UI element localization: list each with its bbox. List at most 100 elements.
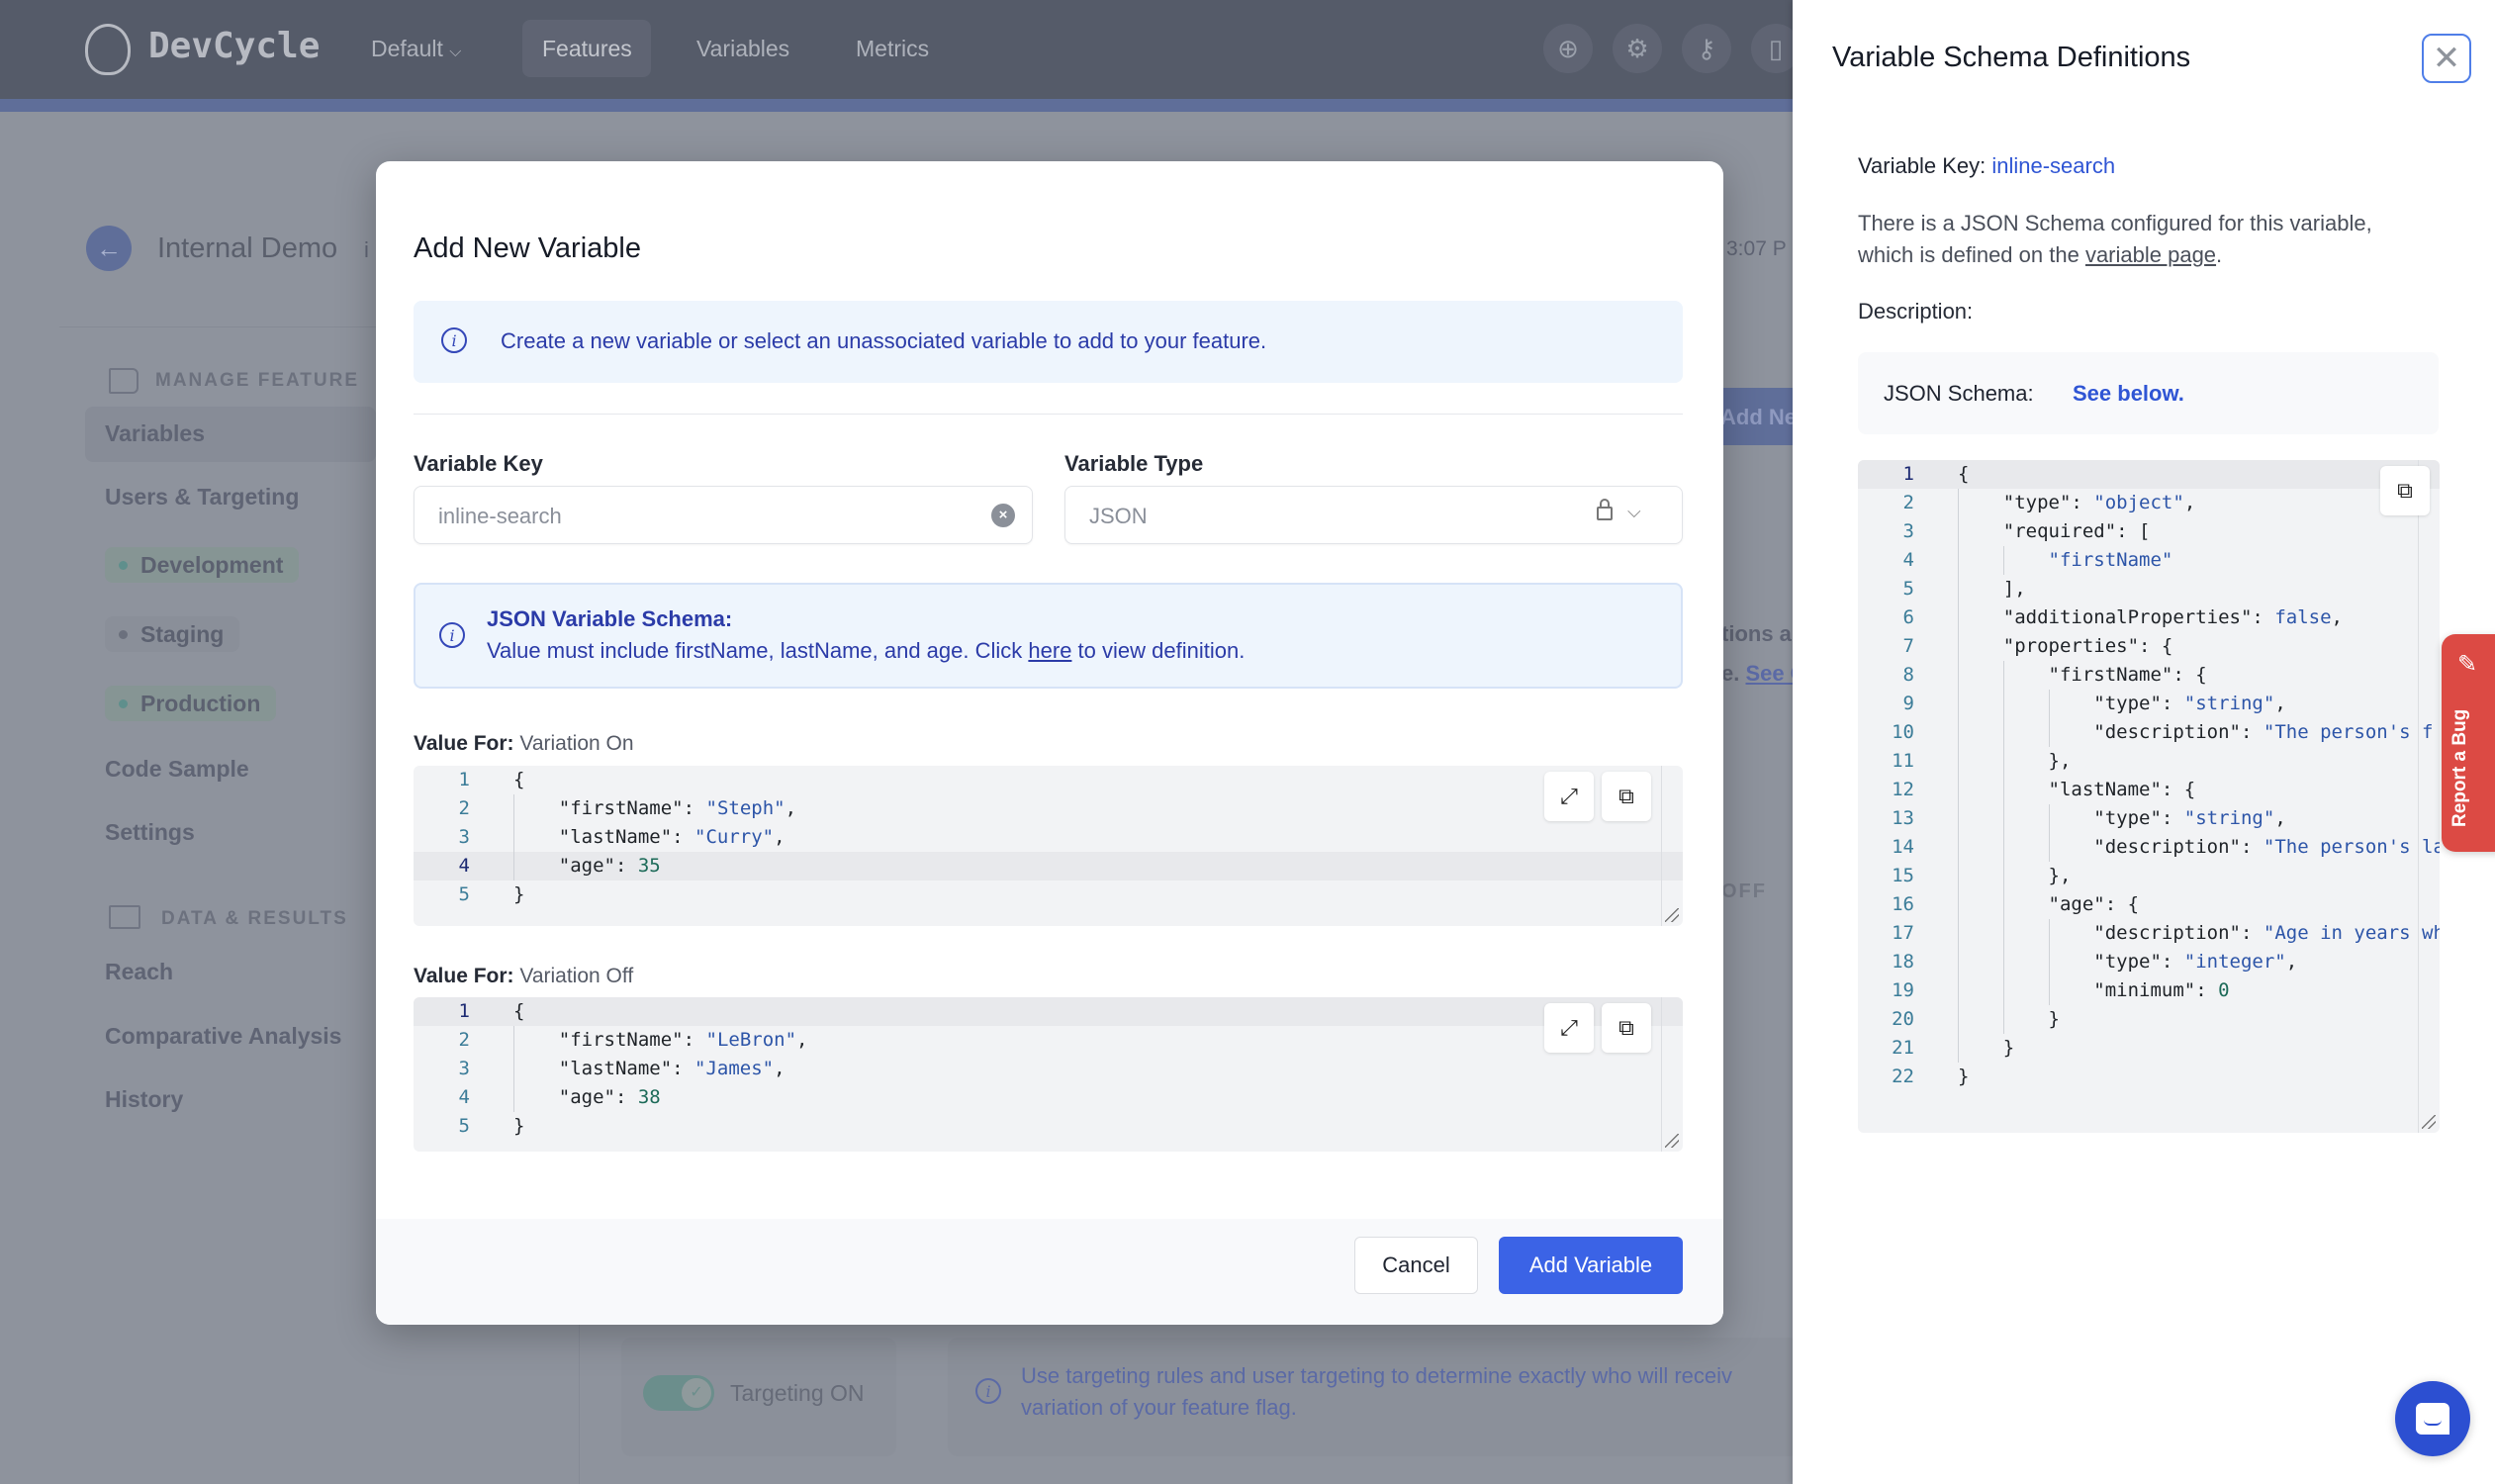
sidebar-env-production[interactable]: Production (105, 686, 277, 721)
line-number: 2 (458, 797, 470, 819)
indent-guide (513, 1026, 559, 1055)
targeting-toggle[interactable]: ✓ (643, 1375, 714, 1411)
report-bug-tab[interactable]: ✎ Report a Bug (2442, 634, 2495, 852)
key-value-link[interactable]: inline-search (1991, 153, 2115, 178)
sidebar-item-comparative-analysis[interactable]: Comparative Analysis (105, 1023, 341, 1050)
expand-icon: ⤢ (1560, 784, 1578, 809)
line-number: 4 (458, 855, 470, 877)
clear-input-icon[interactable]: × (991, 504, 1015, 527)
info-banner-text: Create a new variable or select an unass… (501, 328, 1267, 353)
line-number: 5 (458, 883, 470, 905)
sidebar-item-reach[interactable]: Reach (105, 959, 173, 985)
back-button[interactable]: ← (86, 226, 132, 271)
schema-code-viewer[interactable]: 1{2 "type": "object", 3 "required": [4 "firs… (1858, 460, 2440, 1133)
indent-guide (2048, 718, 2094, 747)
info-icon: i (441, 327, 467, 353)
code-text: "type": "string", (1958, 690, 2286, 718)
feature-title: Internal Demo (157, 232, 338, 264)
indent-guide (1958, 862, 2003, 890)
copy-button[interactable]: ⧉ (2380, 466, 2430, 515)
value-for: Value For: (414, 732, 514, 755)
indent-guide (2002, 718, 2049, 747)
sidebar-item-history[interactable]: History (105, 1086, 183, 1113)
indent-guide (1958, 804, 2003, 833)
variable-type-label: Variable Type (1064, 451, 1204, 476)
line-number: 1 (458, 769, 470, 790)
cancel-button[interactable]: Cancel (1354, 1237, 1478, 1294)
variable-key-input[interactable]: inline-search × (414, 486, 1033, 544)
indent-guide (513, 794, 559, 823)
add-variable-button[interactable]: Add Variable (1499, 1237, 1683, 1294)
resize-handle[interactable] (1665, 908, 1679, 922)
schema-here-link[interactable]: here (1028, 638, 1071, 663)
sidebar-item-users-targeting[interactable]: Users & Targeting (105, 484, 299, 510)
env-label: Production (140, 690, 261, 716)
project-selector[interactable]: Default ⌵ (371, 36, 461, 62)
scrollbar-track[interactable] (1661, 997, 1662, 1152)
nav-tab-variables[interactable]: Variables (696, 36, 789, 62)
variable-page-link[interactable]: variable page (2085, 242, 2216, 267)
indent-guide (1958, 776, 2003, 804)
status-dot-icon (119, 561, 128, 570)
indent-guide (1958, 661, 2003, 690)
line-number: 2 (458, 1029, 470, 1051)
json-key: "age" (558, 855, 615, 877)
indent-guide (1958, 833, 2003, 862)
nav-tab-metrics[interactable]: Metrics (856, 36, 929, 62)
variable-key-value: inline-search (438, 504, 562, 528)
sidebar-item-variables[interactable]: Variables (105, 420, 205, 447)
variation-on-editor[interactable]: 1{2 "firstName": "Steph", 3 "lastName": "Cu… (414, 766, 1683, 926)
code-line: 14 "description": "The person's la (1858, 833, 2440, 862)
sidebar-item-settings[interactable]: Settings (105, 819, 195, 846)
chat-launcher-button[interactable] (2395, 1381, 2470, 1456)
value-for-label-on: Value For: Variation On (414, 732, 634, 756)
expand-button[interactable]: ⤢ (1544, 772, 1594, 821)
devcycle-logo-icon (85, 24, 131, 75)
scrollbar-track[interactable] (2418, 460, 2419, 1133)
logo[interactable]: DevCycle (148, 26, 320, 66)
expand-button[interactable]: ⤢ (1544, 1003, 1594, 1053)
chevron-down-icon: ⌵ (1627, 502, 1641, 521)
variable-type-select[interactable]: JSON ⌵ (1064, 486, 1683, 544)
resize-handle[interactable] (2422, 1115, 2436, 1129)
variation-off-editor[interactable]: 1{2 "firstName": "LeBron", 3 "lastName": "J… (414, 997, 1683, 1152)
indent-guide (1958, 890, 2003, 919)
nav-tab-features[interactable]: Features (542, 36, 632, 62)
gear-icon[interactable]: ⚙ (1613, 24, 1662, 73)
indent-guide (1958, 976, 2003, 1005)
json-string: "Age in years wh (2263, 922, 2440, 944)
sidebar-section-manage-feature: MANAGE FEATURE (155, 370, 360, 391)
code-text: "age": 35 (513, 852, 661, 881)
code-text: ], (1958, 575, 2026, 603)
sidebar-env-staging[interactable]: Staging (105, 616, 240, 652)
scrollbar-track[interactable] (1661, 766, 1662, 926)
code-text: "type": "string", (1958, 804, 2286, 833)
line-number: 17 (1892, 922, 1914, 944)
line-number: 4 (458, 1086, 470, 1108)
text: Value must include firstName, lastName, … (487, 638, 1029, 663)
add-new-button[interactable]: Add Ne (1718, 388, 1798, 445)
indent-guide (1958, 718, 2003, 747)
copy-button[interactable]: ⧉ (1602, 1003, 1651, 1053)
indent-guide (2002, 690, 2049, 718)
copy-icon: ⧉ (1618, 1015, 1634, 1041)
code-line: 11}, (1858, 747, 2440, 776)
code-line: 4 "age": 38 (414, 1083, 1683, 1112)
json-schema-row: JSON Schema: See below. (1858, 352, 2439, 434)
copy-button[interactable]: ⧉ (1602, 772, 1651, 821)
code-text: "type": "integer", (1958, 948, 2297, 976)
resize-handle[interactable] (1665, 1134, 1679, 1148)
code-text: "properties": { (1958, 632, 2172, 661)
see-below-link[interactable]: See below. (2073, 381, 2184, 407)
key-icon[interactable]: ⚷ (1682, 24, 1731, 73)
plus-circle-icon[interactable]: ⊕ (1543, 24, 1593, 73)
code-line: 1{ (414, 766, 1683, 794)
close-button[interactable]: ✕ (2422, 34, 2471, 83)
sidebar-item-code-sample[interactable]: Code Sample (105, 756, 249, 783)
env-label: Development (140, 551, 284, 578)
targeting-toggle-label: Targeting ON (730, 1380, 865, 1406)
indent-guide (1958, 632, 2003, 661)
code-text: }, (1958, 862, 2071, 890)
line-number: 13 (1892, 807, 1914, 829)
sidebar-env-development[interactable]: Development (105, 547, 300, 583)
